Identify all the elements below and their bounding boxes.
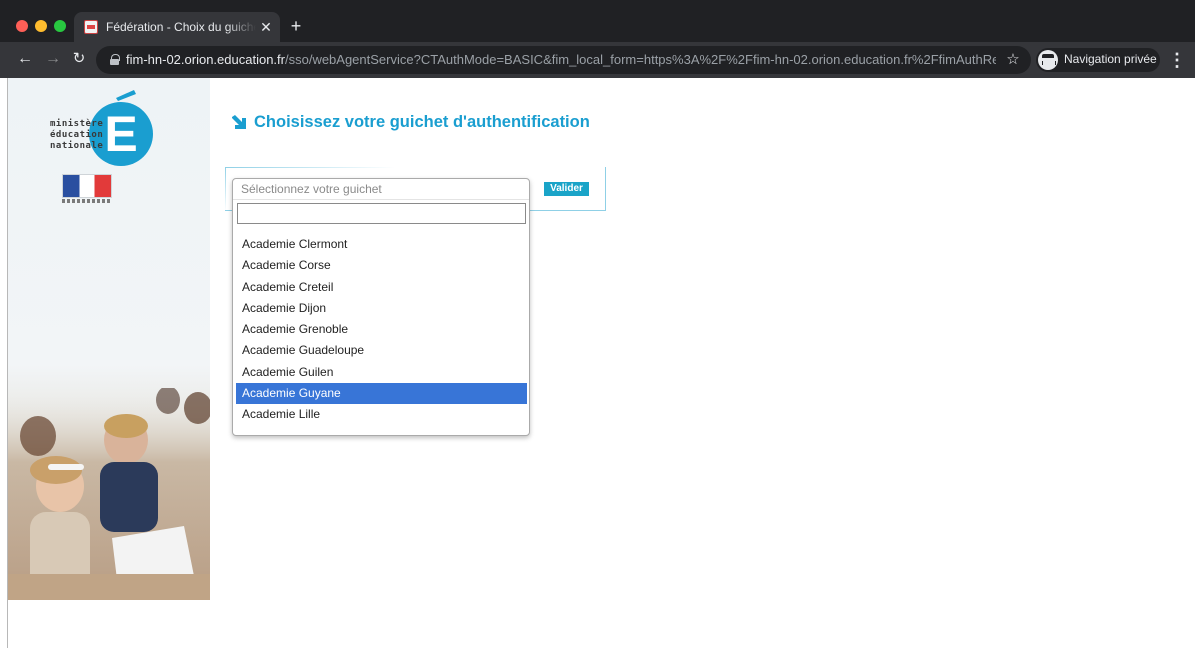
tab-close-icon[interactable]: ✕ [258,18,274,36]
page-viewport: E ministère éducation nationale Choisiss… [0,78,1195,648]
flag-caption [62,199,112,203]
side-panel: E ministère éducation nationale [8,78,210,600]
forward-arrow-icon[interactable]: → [42,48,64,70]
address-bar[interactable]: fim-hn-02.orion.education.fr/sso/webAgen… [96,46,1031,74]
dropdown-option[interactable]: Academie Corse [236,255,527,276]
tab-title: Fédération - Choix du guichet d'authenti… [106,20,256,34]
dropdown-search-input[interactable] [237,203,526,224]
page-heading: Choisissez votre guichet d'authentificat… [232,111,652,133]
browser-toolbar: ← → ↻ fim-hn-02.orion.education.fr/sso/w… [0,42,1195,78]
site-favicon-icon [84,20,98,34]
url-path: /sso/webAgentService?CTAuthMode=BASIC&fi… [284,52,996,67]
arrow-down-right-icon [232,115,246,129]
dropdown-option[interactable]: Academie Guadeloupe [236,340,527,361]
dropdown-option[interactable]: Academie Clermont [236,234,527,255]
incognito-badge[interactable]: Navigation privée [1036,48,1160,72]
back-arrow-icon[interactable]: ← [14,48,36,70]
dropdown-option[interactable]: Academie Grenoble [236,319,527,340]
bookmark-star-icon[interactable]: ☆ [1004,50,1022,70]
dropdown-option-selected[interactable]: Academie Guyane [236,383,527,405]
logo-line-1: ministère [50,119,104,129]
reload-icon[interactable]: ↻ [68,48,90,70]
classroom-children-photo [8,388,210,600]
dropdown-options-list: Academie Clermont Academie Corse Academi… [236,234,527,430]
dropdown-option[interactable]: Academie Guilen [236,362,527,383]
republique-francaise-flag-icon [62,174,112,198]
dropdown-option[interactable]: Academie Lille [236,404,527,425]
dropdown-header[interactable]: Sélectionnez votre guichet [233,179,529,200]
form-frame-left [225,167,226,211]
window-close-button[interactable] [16,20,28,32]
url-text[interactable]: fim-hn-02.orion.education.fr/sso/webAgen… [126,52,996,68]
ministry-logo: E ministère éducation nationale [50,88,170,170]
dropdown-option[interactable]: Academie Creteil [236,277,527,298]
incognito-icon [1038,50,1058,70]
guichet-dropdown[interactable]: Sélectionnez votre guichet Academie Cler… [232,178,530,436]
url-host: fim-hn-02.orion.education.fr [126,52,285,67]
page-title: Choisissez votre guichet d'authentificat… [254,113,590,131]
window-zoom-button[interactable] [54,20,66,32]
new-tab-button[interactable]: + [288,16,304,36]
logo-line-2: éducation [50,130,104,140]
browser-titlebar: Fédération - Choix du guichet d'authenti… [0,0,1195,42]
form-frame-top [225,167,395,168]
incognito-label: Navigation privée [1064,52,1157,66]
window-minimize-button[interactable] [35,20,47,32]
browser-tab[interactable]: Fédération - Choix du guichet d'authenti… [74,12,280,42]
lock-icon[interactable] [110,54,120,65]
dropdown-placeholder: Sélectionnez votre guichet [241,182,382,196]
browser-menu-icon[interactable]: ⋮ [1168,48,1186,72]
logo-line-3: nationale [50,141,104,151]
dropdown-option[interactable]: Academie Dijon [236,298,527,319]
valider-button[interactable]: Valider [544,182,589,196]
